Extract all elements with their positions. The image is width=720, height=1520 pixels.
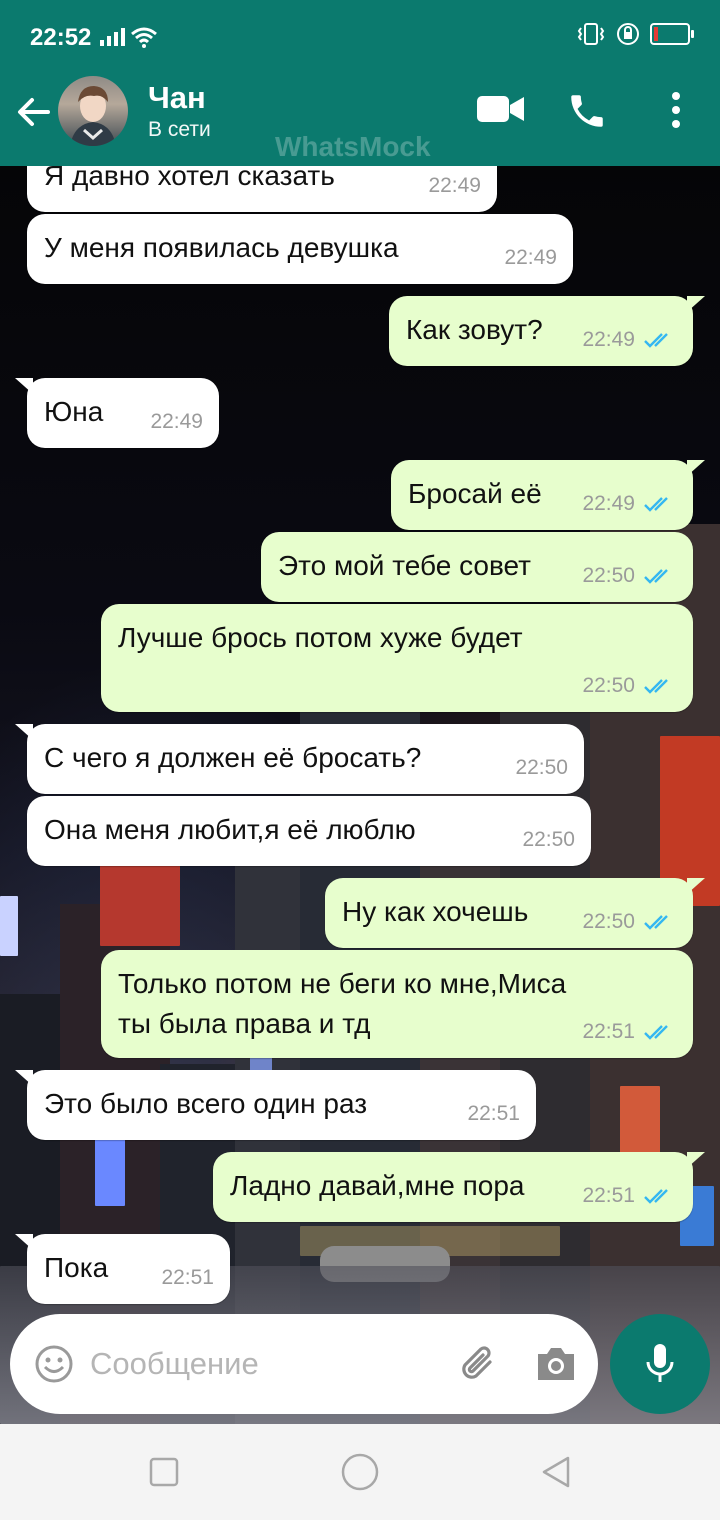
message-text: Это было всего один раз [44, 1088, 368, 1119]
rotation-lock-icon [617, 23, 639, 45]
message-bubble-outgoing[interactable]: Это мой тебе совет 22:50 [261, 532, 693, 602]
message-time: 22:50 [582, 910, 635, 933]
message-text: Пока [44, 1252, 109, 1283]
message-text: Ладно давай,мне пора [230, 1170, 525, 1201]
system-navigation-bar [0, 1424, 720, 1520]
message-bubble-incoming[interactable]: У меня появилась девушка 22:49 [27, 214, 573, 284]
vibrate-icon [577, 23, 605, 45]
message-bubble-incoming[interactable]: Она меня любит,я её люблю 22:50 [27, 796, 591, 866]
mic-button[interactable] [610, 1314, 710, 1414]
read-ticks-icon [644, 679, 668, 694]
message-time: 22:50 [582, 564, 635, 587]
message-bubble-outgoing[interactable]: Ну как хочешь 22:50 [325, 878, 705, 948]
signal-icon [100, 28, 125, 46]
battery-icon [650, 23, 694, 45]
message-text: Только потом не беги ко мне,Миса ты была… [118, 964, 566, 1044]
read-ticks-icon [644, 333, 668, 348]
message-input[interactable]: Сообщение [10, 1314, 598, 1414]
read-ticks-icon [644, 497, 668, 512]
app-header: 22:52 Чан В сети WhatsMock [0, 0, 720, 166]
message-text: Это мой тебе совет [278, 550, 531, 581]
read-ticks-icon [644, 569, 668, 584]
message-text: Как зовут? [406, 314, 543, 345]
message-text: У меня появилась девушка [44, 232, 399, 263]
contact-name[interactable]: Чан [148, 80, 206, 116]
wallpaper-sign [100, 856, 180, 946]
message-time: 22:51 [582, 1184, 635, 1207]
message-time: 22:50 [515, 756, 568, 779]
video-call-icon[interactable] [476, 90, 526, 130]
read-ticks-icon [644, 915, 668, 930]
contact-status: В сети [148, 118, 211, 141]
wifi-icon [131, 27, 157, 48]
more-vert-icon[interactable] [662, 90, 690, 130]
avatar[interactable] [58, 76, 128, 146]
message-time: 22:49 [504, 246, 557, 269]
back-nav-icon[interactable] [538, 1454, 574, 1490]
message-time: 22:51 [161, 1266, 214, 1289]
message-bubble-outgoing[interactable]: Как зовут? 22:49 [389, 296, 705, 366]
message-time: 22:49 [150, 410, 203, 433]
mic-icon [646, 1344, 674, 1382]
message-bubble-outgoing[interactable]: Бросай её 22:49 [391, 460, 705, 530]
message-text-line: ты была права и тд [118, 1008, 371, 1039]
home-icon[interactable] [340, 1452, 380, 1492]
phone-icon[interactable] [566, 90, 608, 132]
message-text: Лучше брось потом хуже будет [118, 622, 523, 653]
attach-icon[interactable] [456, 1342, 502, 1388]
message-bubble-incoming[interactable]: Это было всего один раз 22:51 [15, 1070, 536, 1140]
emoji-icon[interactable] [34, 1344, 74, 1384]
message-bubble-outgoing[interactable]: Лучше брось потом хуже будет 22:50 [101, 604, 693, 712]
message-text: Бросай её [408, 478, 542, 509]
message-time: 22:50 [582, 674, 635, 697]
status-time: 22:52 [30, 24, 92, 51]
read-ticks-icon [644, 1025, 668, 1040]
read-ticks-icon [644, 1189, 668, 1204]
message-bubble-outgoing[interactable]: Только потом не беги ко мне,Миса ты была… [101, 950, 693, 1058]
message-text: Она меня любит,я её люблю [44, 814, 416, 845]
message-bubble-incoming[interactable]: Юна 22:49 [15, 378, 219, 448]
message-time: 22:51 [582, 1020, 635, 1043]
recent-apps-icon[interactable] [148, 1456, 180, 1488]
camera-icon[interactable] [534, 1344, 578, 1384]
wallpaper-light [0, 896, 18, 956]
message-bubble-outgoing[interactable]: Ладно давай,мне пора 22:51 [213, 1152, 705, 1222]
message-time: 22:49 [582, 328, 635, 351]
message-bubble-incoming[interactable]: С чего я должен её бросать? 22:50 [15, 724, 584, 794]
message-placeholder: Сообщение [90, 1346, 259, 1381]
status-icons [576, 22, 694, 46]
message-text: Ну как хочешь [342, 896, 529, 927]
message-text-line: Только потом не беги ко мне,Миса [118, 968, 567, 999]
watermark: WhatsMock [275, 131, 431, 162]
message-bubble-incoming[interactable]: Пока 22:51 [15, 1234, 230, 1304]
message-time: 22:51 [467, 1102, 520, 1125]
message-time: 22:49 [428, 174, 481, 197]
message-text: С чего я должен её бросать? [44, 742, 422, 773]
message-time: 22:50 [522, 828, 575, 851]
back-arrow-icon[interactable] [14, 92, 54, 132]
message-time: 22:49 [582, 492, 635, 515]
message-text: Юна [44, 396, 104, 427]
